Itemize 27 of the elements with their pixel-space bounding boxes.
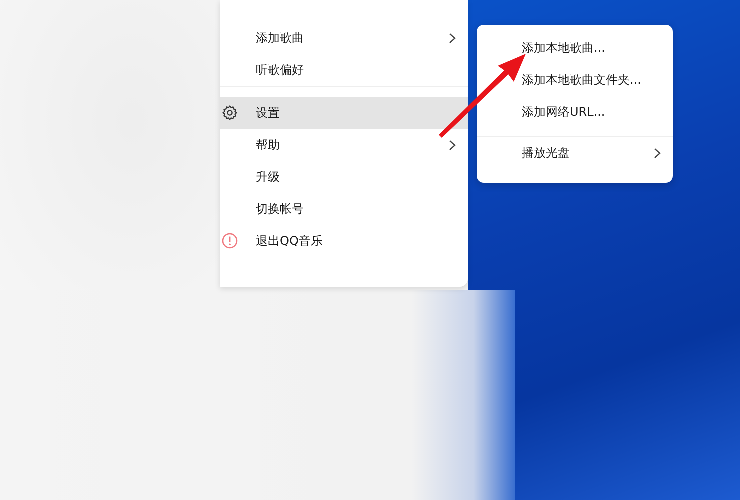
settings-icon [222, 105, 238, 121]
menu-item-label: 播放光盘 [522, 144, 571, 162]
menu-item[interactable]: 切换帐号 [220, 193, 468, 225]
menu-item[interactable]: 退出QQ音乐 [220, 225, 468, 257]
menu-item[interactable]: 升级 [220, 161, 468, 193]
chevron-icon [449, 140, 456, 150]
menu-item[interactable]: 播放光盘 [477, 137, 673, 169]
menu-item[interactable]: 添加本地歌曲文件夹... [477, 64, 673, 96]
chevron-icon [449, 32, 456, 44]
menu-item-label: 添加本地歌曲文件夹... [522, 72, 642, 88]
menu-item-label: 添加歌曲 [256, 30, 305, 46]
menu-item[interactable]: 听歌偏好 [220, 54, 468, 86]
menu-item-label: 帮助 [256, 136, 281, 154]
menu-item[interactable]: 添加网络URL... [477, 96, 673, 128]
menu-item[interactable]: 添加歌曲 [220, 22, 468, 54]
alert-icon [222, 233, 238, 249]
menu-item-label: 添加本地歌曲... [522, 40, 606, 56]
menu-item-label: 退出QQ音乐 [256, 232, 324, 250]
menu-item-label: 听歌偏好 [256, 62, 305, 78]
menu-item-label: 升级 [256, 168, 281, 186]
menu-item-label: 设置 [256, 104, 281, 122]
chevron-icon [654, 148, 661, 158]
menu-item-label: 切换帐号 [256, 200, 305, 218]
menu-item[interactable]: 设置 [220, 97, 468, 129]
menu-item[interactable]: 帮助 [220, 129, 468, 161]
menu-item-label: 添加网络URL... [522, 104, 606, 120]
menu-item[interactable]: 添加本地歌曲... [477, 32, 673, 64]
